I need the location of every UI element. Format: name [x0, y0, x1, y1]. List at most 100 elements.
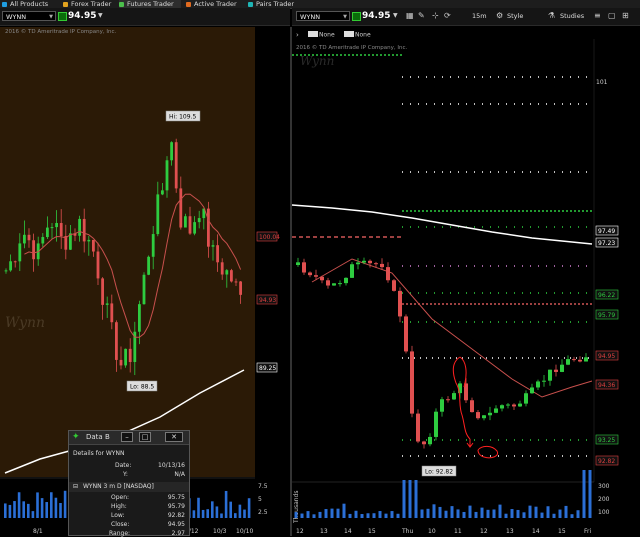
interval-selector[interactable]: 15m — [472, 11, 487, 21]
data-box-window[interactable]: ✦ Data B – □ ✕ Details for WYNN Date: 10… — [68, 430, 190, 537]
chevron-down-icon[interactable]: ▼ — [98, 11, 103, 21]
volume-bar — [420, 509, 424, 518]
volume-bar — [206, 509, 209, 518]
volume-bar — [234, 513, 237, 518]
style-menu[interactable]: Style — [507, 11, 523, 21]
right-volume-axis: 300 200 100 — [598, 483, 610, 516]
volume-bar — [360, 514, 364, 518]
volume-bar — [546, 506, 550, 518]
candle-body — [344, 277, 348, 284]
volume-bar — [342, 503, 346, 518]
tab-pairs-trader[interactable]: Pairs Trader — [248, 0, 296, 8]
volume-bar — [576, 510, 580, 518]
candle-body — [4, 270, 8, 272]
right-intraday-chart[interactable]: › None None 2016 © TD Ameritrade IP Comp… — [292, 27, 640, 536]
volume-bar — [197, 497, 200, 518]
volume-bar — [318, 511, 322, 518]
left-price-axis — [255, 27, 290, 536]
candle-body — [179, 188, 183, 228]
candle-body — [156, 194, 160, 235]
active-trader-icon — [186, 2, 191, 7]
volume-bar — [558, 509, 562, 518]
pin-icon[interactable]: ⊹ — [432, 11, 439, 21]
candle-body — [350, 264, 354, 278]
candle-body — [174, 142, 178, 189]
instrument-header[interactable]: ⊟ WYNN 3 m D [NASDAQ] — [69, 482, 189, 492]
sync-icon[interactable]: ⟳ — [444, 11, 451, 21]
volume-bar — [444, 510, 448, 518]
candle-body — [374, 263, 378, 265]
price-badge-text: 94.95 — [598, 353, 615, 360]
right-symbol-selector[interactable]: WYNN ▼ — [296, 11, 350, 21]
candle-body — [542, 380, 546, 382]
row-value: 95.79 — [167, 503, 185, 510]
chevron-down-icon[interactable]: ▼ — [393, 11, 398, 21]
flag-icon[interactable] — [352, 12, 361, 21]
candle-body — [46, 227, 49, 238]
volume-bar — [450, 506, 454, 518]
candle-body — [410, 351, 414, 414]
candle-body — [494, 408, 498, 413]
maximize-button[interactable]: □ — [139, 432, 151, 442]
volume-bar — [247, 498, 251, 518]
candle-body — [142, 274, 146, 305]
y-row: Y: N/A — [69, 471, 189, 480]
candle-body — [220, 262, 224, 275]
pos-label[interactable]: None — [319, 32, 335, 39]
volume-bar — [582, 470, 586, 518]
candle-body — [151, 234, 155, 257]
drawing-tools-icon[interactable]: ▦ — [406, 11, 414, 21]
candle-body — [338, 283, 342, 285]
candle-body — [524, 393, 528, 404]
tab-all-products[interactable]: All Products — [2, 0, 60, 8]
right-lo-bubble: Lo: 92.82 — [421, 465, 457, 477]
x-tick: 14 — [532, 528, 540, 535]
candle-body — [530, 387, 534, 394]
collapse-icon[interactable]: ⊟ — [73, 483, 78, 490]
volume-axis-label: Thousands — [293, 491, 300, 524]
volume-bar — [45, 502, 48, 518]
drawing-settings-icon[interactable]: ✎ — [418, 11, 425, 21]
candle-body — [404, 316, 408, 352]
symbol-text: WYNN — [300, 13, 321, 21]
studies-icon[interactable]: ⚗ — [548, 11, 555, 21]
data-box-titlebar[interactable]: ✦ Data B – □ ✕ — [69, 431, 189, 445]
candle-body — [23, 234, 26, 244]
volume-bar — [13, 501, 16, 518]
flag-icon[interactable] — [58, 12, 67, 21]
candle-body — [428, 436, 432, 445]
tab-futures-trader[interactable]: Futures Trader — [119, 0, 181, 8]
volume-bar — [31, 511, 35, 518]
volume-bar — [59, 502, 62, 518]
studies-menu[interactable]: Studies — [560, 11, 584, 21]
ord-label[interactable]: None — [355, 32, 371, 39]
style-icon[interactable]: ⚙ — [496, 11, 503, 21]
candle-body — [506, 404, 510, 406]
candle-body — [197, 218, 201, 223]
x-tick: 10 — [428, 528, 436, 535]
volume-bar — [330, 508, 334, 518]
candle-body — [518, 403, 522, 407]
candle-body — [386, 267, 390, 281]
grid-icon[interactable]: ⊞ — [622, 11, 629, 21]
tab-active-trader[interactable]: Active Trader — [186, 0, 244, 8]
menu-icon[interactable]: ≡ — [594, 11, 601, 21]
volume-bar — [456, 509, 460, 518]
expand-arrow-icon[interactable]: › — [296, 31, 299, 39]
candle-body — [9, 261, 12, 271]
volume-bar — [238, 504, 242, 518]
volume-tick: 2.5 — [258, 509, 268, 516]
candle-body — [170, 142, 173, 161]
close-button[interactable]: ✕ — [165, 432, 183, 442]
candle-body — [128, 348, 132, 363]
maximize-icon[interactable]: ▢ — [608, 11, 616, 21]
data-box-title: Data B — [86, 433, 110, 441]
row-value: 95.75 — [167, 494, 185, 501]
minimize-button[interactable]: – — [121, 432, 133, 442]
volume-bar — [366, 513, 370, 518]
tab-forex-trader[interactable]: Forex Trader — [63, 0, 115, 8]
candle-body — [124, 348, 127, 366]
left-symbol-selector[interactable]: WYNN ▼ — [2, 11, 56, 21]
volume-bar — [570, 514, 574, 518]
candle-body — [87, 239, 91, 242]
